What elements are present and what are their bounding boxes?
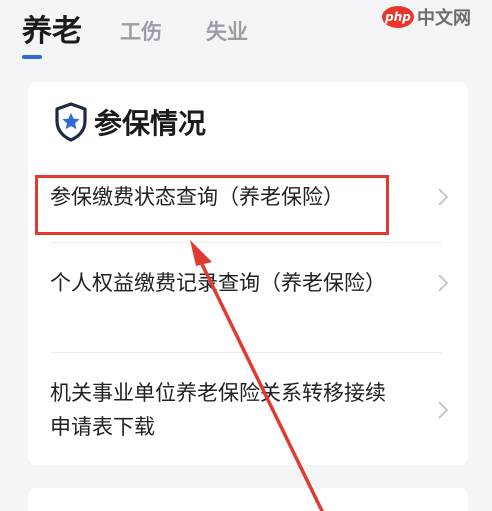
- list-item-contribution-records[interactable]: 个人权益缴费记录查询（养老保险）: [50, 266, 450, 300]
- list-item-transfer-form-download[interactable]: 机关事业单位养老保险关系转移接续申请表下载: [50, 376, 450, 444]
- insurance-status-card: 参保情况 参保缴费状态查询（养老保险） 个人权益缴费记录查询（养老保险） 机关事…: [28, 82, 468, 465]
- chevron-right-icon: [438, 188, 449, 206]
- next-card: [28, 488, 468, 511]
- list-item-label: 机关事业单位养老保险关系转移接续申请表下载: [50, 381, 386, 439]
- card-title: 参保情况: [94, 107, 207, 140]
- page: 养老 工伤 失业 php 中文网 参保情况 参保缴费状态查询（养老保险） 个人权…: [0, 0, 492, 511]
- tab-injury[interactable]: 工伤: [120, 14, 162, 50]
- tab-unemployment[interactable]: 失业: [206, 14, 248, 50]
- divider: [50, 242, 442, 243]
- watermark-text: 中文网: [417, 8, 471, 29]
- chevron-right-icon: [438, 401, 449, 419]
- watermark: php 中文网: [382, 2, 490, 32]
- chevron-right-icon: [438, 274, 449, 292]
- card-header: 参保情况: [54, 102, 206, 142]
- list-item-label: 个人权益缴费记录查询（养老保险）: [50, 271, 386, 295]
- highlight-box: [35, 175, 389, 235]
- watermark-logo: php: [382, 6, 414, 28]
- tab-pension[interactable]: 养老: [22, 14, 82, 50]
- tab-bar: 养老 工伤 失业: [22, 14, 292, 50]
- active-tab-indicator: [22, 55, 42, 59]
- divider: [50, 352, 442, 353]
- shield-star-icon: [55, 102, 87, 142]
